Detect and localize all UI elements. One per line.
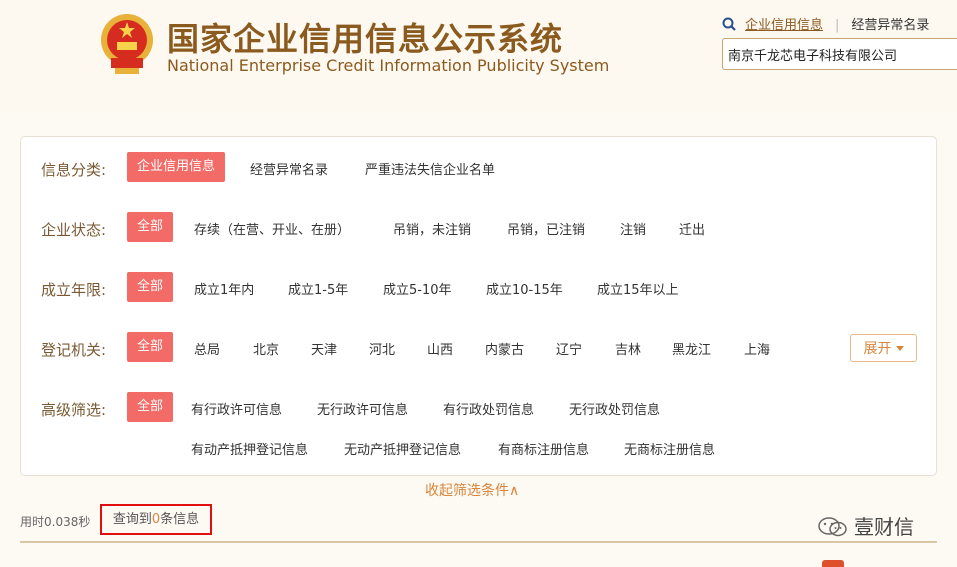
corner-decoration: [822, 560, 844, 567]
result-suffix: 条信息: [160, 512, 200, 527]
option-advanced-all[interactable]: 全部: [127, 392, 174, 422]
option-has-admin-penalty[interactable]: 有行政处罚信息: [443, 399, 534, 418]
option-age-1-5y[interactable]: 成立1-5年: [288, 279, 348, 298]
filter-label-advanced: 高级筛选:: [41, 401, 107, 419]
option-abnormal-list[interactable]: 经营异常名录: [250, 159, 328, 178]
top-links: 企业信用信息 | 经营异常名录: [722, 14, 929, 33]
option-age-all[interactable]: 全部: [127, 272, 174, 302]
option-authority-all[interactable]: 全部: [127, 332, 174, 362]
option-serious-violation[interactable]: 严重违法失信企业名单: [365, 159, 495, 178]
option-authority-jilin[interactable]: 吉林: [615, 339, 641, 358]
option-authority-beijing[interactable]: 北京: [253, 339, 279, 358]
result-count: 0: [151, 512, 161, 527]
option-authority-liaoning[interactable]: 辽宁: [556, 339, 582, 358]
search-icon[interactable]: [722, 17, 736, 31]
result-count-box: 查询到0条信息: [100, 504, 212, 535]
option-has-trademark[interactable]: 有商标注册信息: [498, 439, 589, 458]
option-status-revoked-not-cancelled[interactable]: 吊销，未注销: [393, 219, 471, 238]
option-authority-hebei[interactable]: 河北: [369, 339, 395, 358]
option-age-10-15y[interactable]: 成立10-15年: [486, 279, 563, 298]
site-title-en: National Enterprise Credit Information P…: [167, 56, 610, 75]
option-status-moved-out[interactable]: 迁出: [679, 219, 705, 238]
expand-label: 展开: [863, 341, 892, 357]
site-header: 国家企业信用信息公示系统 National Enterprise Credit …: [0, 0, 957, 113]
option-has-admin-license[interactable]: 有行政许可信息: [191, 399, 282, 418]
option-status-cancelled[interactable]: 注销: [620, 219, 646, 238]
caret-down-icon: [895, 346, 904, 351]
watermark-text: 壹财信: [854, 515, 914, 539]
national-emblem-icon: [101, 14, 153, 74]
option-authority-tianjin[interactable]: 天津: [311, 339, 337, 358]
option-has-chattel-mortgage[interactable]: 有动产抵押登记信息: [191, 439, 308, 458]
option-no-chattel-mortgage[interactable]: 无动产抵押登记信息: [344, 439, 461, 458]
option-no-admin-license[interactable]: 无行政许可信息: [317, 399, 408, 418]
option-authority-zongju[interactable]: 总局: [194, 339, 220, 358]
filter-label-status: 企业状态:: [41, 221, 107, 239]
option-authority-heilongjiang[interactable]: 黑龙江: [672, 339, 711, 358]
collapse-filters-link[interactable]: 收起筛选条件∧: [425, 480, 519, 500]
filter-label-age: 成立年限:: [41, 281, 107, 299]
site-title-cn: 国家企业信用信息公示系统: [167, 20, 564, 58]
wechat-icon: [818, 517, 847, 537]
link-separator: |: [835, 18, 840, 33]
filter-label-category: 信息分类:: [41, 161, 107, 179]
option-no-admin-penalty[interactable]: 无行政处罚信息: [569, 399, 660, 418]
search-input[interactable]: [722, 38, 957, 70]
filter-label-authority: 登记机关:: [41, 341, 107, 359]
option-age-15y-plus[interactable]: 成立15年以上: [597, 279, 679, 298]
option-authority-shanghai[interactable]: 上海: [744, 339, 770, 358]
option-authority-shanxi[interactable]: 山西: [427, 339, 453, 358]
watermark: 壹财信: [818, 511, 914, 540]
option-authority-neimenggu[interactable]: 内蒙古: [485, 339, 524, 358]
option-no-trademark[interactable]: 无商标注册信息: [624, 439, 715, 458]
filter-panel: 信息分类: 企业信用信息 经营异常名录 严重违法失信企业名单 企业状态: 全部 …: [20, 136, 937, 476]
option-enterprise-credit[interactable]: 企业信用信息: [127, 152, 226, 182]
result-prefix: 查询到: [112, 512, 152, 527]
option-status-active[interactable]: 存续（在营、开业、在册）: [194, 219, 350, 238]
link-abnormal-list[interactable]: 经营异常名录: [851, 18, 929, 33]
option-age-1y[interactable]: 成立1年内: [194, 279, 254, 298]
expand-button[interactable]: 展开: [850, 334, 917, 362]
option-status-all[interactable]: 全部: [127, 212, 174, 242]
option-age-5-10y[interactable]: 成立5-10年: [383, 279, 452, 298]
query-time: 用时0.038秒: [20, 515, 91, 529]
option-status-revoked-cancelled[interactable]: 吊销，已注销: [507, 219, 585, 238]
divider: [20, 541, 937, 543]
link-enterprise-credit[interactable]: 企业信用信息: [745, 18, 823, 33]
